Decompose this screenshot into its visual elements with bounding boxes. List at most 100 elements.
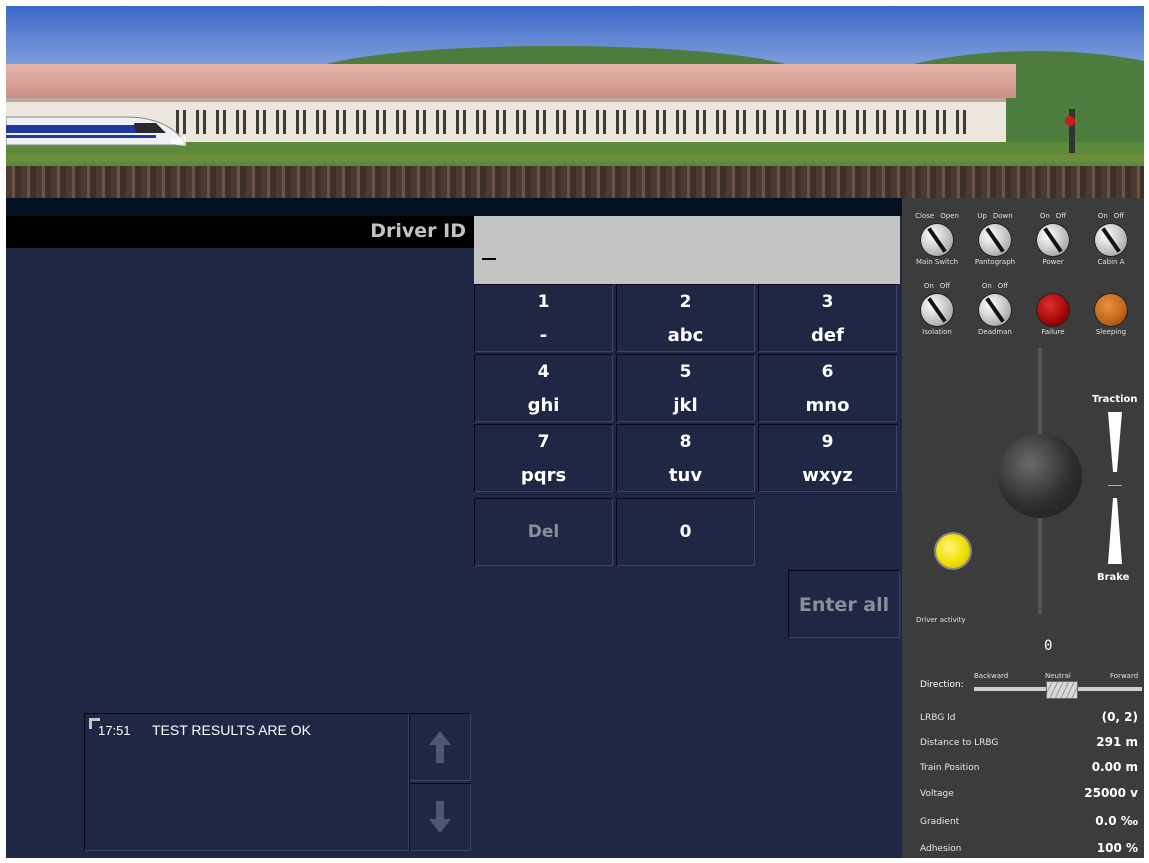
power-knob-icon[interactable] xyxy=(1037,224,1069,256)
switch-right-label: Open xyxy=(940,212,959,220)
key-letters: wxyz xyxy=(802,465,853,486)
power-switch[interactable]: On Off Power xyxy=(1024,212,1082,266)
direction-neutral-label: Neutral xyxy=(1045,672,1071,680)
main-switch[interactable]: Close Open Main Switch xyxy=(908,212,966,266)
sleeping-lamp: Sleeping xyxy=(1082,282,1140,336)
driver-id-input[interactable] xyxy=(474,216,900,284)
message-area: 17:51 TEST RESULTS ARE OK xyxy=(84,713,409,851)
switch-left-label: Up xyxy=(977,212,987,220)
readout-value: 25000 v xyxy=(1084,786,1138,800)
key-6[interactable]: 6 mno xyxy=(758,354,897,422)
key-digit: 8 xyxy=(679,432,692,452)
lamp-label: Sleeping xyxy=(1095,328,1127,336)
deadman-switch[interactable]: On Off Deadman xyxy=(966,282,1024,336)
switch-left-label: On xyxy=(1039,212,1050,220)
rail-track xyxy=(6,154,1144,162)
switch-left-label: Close xyxy=(915,212,935,220)
key-digit: 4 xyxy=(537,362,550,382)
driver-activity-label: Driver activity xyxy=(916,616,966,624)
key-digit: 3 xyxy=(821,292,834,312)
switch-left-label: On xyxy=(981,282,992,290)
switch-right-label: Off xyxy=(997,282,1009,290)
switch-right-label: Off xyxy=(1055,212,1067,220)
direction-slider-thumb[interactable] xyxy=(1046,681,1078,699)
key-digit: 5 xyxy=(679,362,692,382)
key-letters: ghi xyxy=(527,395,560,416)
train-icon xyxy=(6,116,186,146)
delete-button[interactable]: Del xyxy=(474,498,613,566)
readout-key: Distance to LRBG xyxy=(920,738,999,748)
readout-key: Voltage xyxy=(920,789,954,799)
readout-gradient: Gradient 0.0 ‰ xyxy=(920,814,1144,832)
isolation-knob-icon[interactable] xyxy=(921,294,953,326)
throttle-lever-handle[interactable] xyxy=(998,434,1082,518)
readout-train-position: Train Position 0.00 m xyxy=(920,760,1144,778)
dmi-panel: Driver ID 1 - 2 abc 3 def 4 ghi 5 jkl 6 … xyxy=(6,198,902,858)
direction-backward-label: Backward xyxy=(974,672,1009,680)
ballast xyxy=(6,166,1144,198)
key-0[interactable]: 0 xyxy=(616,498,755,566)
readout-value: 0.0 ‰ xyxy=(1095,814,1138,828)
enter-all-label: Enter all xyxy=(798,594,890,616)
main-switch-knob-icon[interactable] xyxy=(921,224,953,256)
key-letters: jkl xyxy=(673,395,698,416)
key-digit: 2 xyxy=(679,292,692,312)
switch-right-label: Down xyxy=(992,212,1013,220)
brake-label: Brake xyxy=(1097,572,1130,583)
pantograph-knob-icon[interactable] xyxy=(979,224,1011,256)
text-cursor xyxy=(482,258,496,260)
key-letters: def xyxy=(811,325,844,346)
cab-control-panel: Close Open Main Switch Up Down Pantograph … xyxy=(902,198,1144,858)
direction-label: Direction: xyxy=(920,680,964,690)
cabin-a-knob-icon[interactable] xyxy=(1095,224,1127,256)
pantograph-switch[interactable]: Up Down Pantograph xyxy=(966,212,1024,266)
message-time: 17:51 xyxy=(98,723,131,738)
switch-right-label: Off xyxy=(1113,212,1125,220)
delete-label: Del xyxy=(527,522,560,542)
field-label: Driver ID xyxy=(370,220,466,242)
switch-label: Main Switch xyxy=(915,258,959,266)
key-digit: 1 xyxy=(537,292,550,312)
readout-value: 100 % xyxy=(1096,841,1138,855)
readout-key: Train Position xyxy=(920,763,980,773)
readout-distance: Distance to LRBG 291 m xyxy=(920,735,1144,753)
readout-key: Adhesion xyxy=(920,844,962,854)
key-digit: 9 xyxy=(821,432,834,452)
readout-value: 291 m xyxy=(1096,735,1138,749)
traction-label: Traction xyxy=(1092,394,1138,405)
switch-label: Cabin A xyxy=(1097,258,1125,266)
traction-brake-gauge-icon xyxy=(1108,412,1122,564)
deadman-knob-icon[interactable] xyxy=(979,294,1011,326)
key-letters: - xyxy=(539,325,548,346)
driver-activity-button[interactable] xyxy=(936,534,970,568)
key-5[interactable]: 5 jkl xyxy=(616,354,755,422)
switch-label: Pantograph xyxy=(974,258,1016,266)
station-windows xyxy=(176,110,976,134)
arrow-up-icon xyxy=(429,731,451,763)
key-2[interactable]: 2 abc xyxy=(616,284,755,352)
scroll-up-button[interactable] xyxy=(409,713,471,781)
readout-value: (0, 2) xyxy=(1101,710,1138,724)
readout-voltage: Voltage 25000 v xyxy=(920,786,1144,804)
key-3[interactable]: 3 def xyxy=(758,284,897,352)
track-scene xyxy=(6,6,1144,198)
cabin-a-switch[interactable]: On Off Cabin A xyxy=(1082,212,1140,266)
switch-left-label: On xyxy=(923,282,934,290)
key-4[interactable]: 4 ghi xyxy=(474,354,613,422)
enter-all-button[interactable]: Enter all xyxy=(788,570,900,638)
isolation-switch[interactable]: On Off Isolation xyxy=(908,282,966,336)
switch-left-label: On xyxy=(1097,212,1108,220)
failure-lamp-icon xyxy=(1037,294,1069,326)
key-8[interactable]: 8 tuv xyxy=(616,424,755,492)
key-1[interactable]: 1 - xyxy=(474,284,613,352)
readout-key: LRBG Id xyxy=(920,713,956,723)
readout-adhesion: Adhesion 100 % xyxy=(920,841,1144,858)
sleeping-lamp-icon xyxy=(1095,294,1127,326)
key-digit: 7 xyxy=(537,432,550,452)
switch-label: Deadman xyxy=(978,328,1012,336)
readout-value: 0.00 m xyxy=(1091,760,1138,774)
key-9[interactable]: 9 wxyz xyxy=(758,424,897,492)
key-digit: 6 xyxy=(821,362,834,382)
key-7[interactable]: 7 pqrs xyxy=(474,424,613,492)
scroll-down-button[interactable] xyxy=(409,783,471,851)
